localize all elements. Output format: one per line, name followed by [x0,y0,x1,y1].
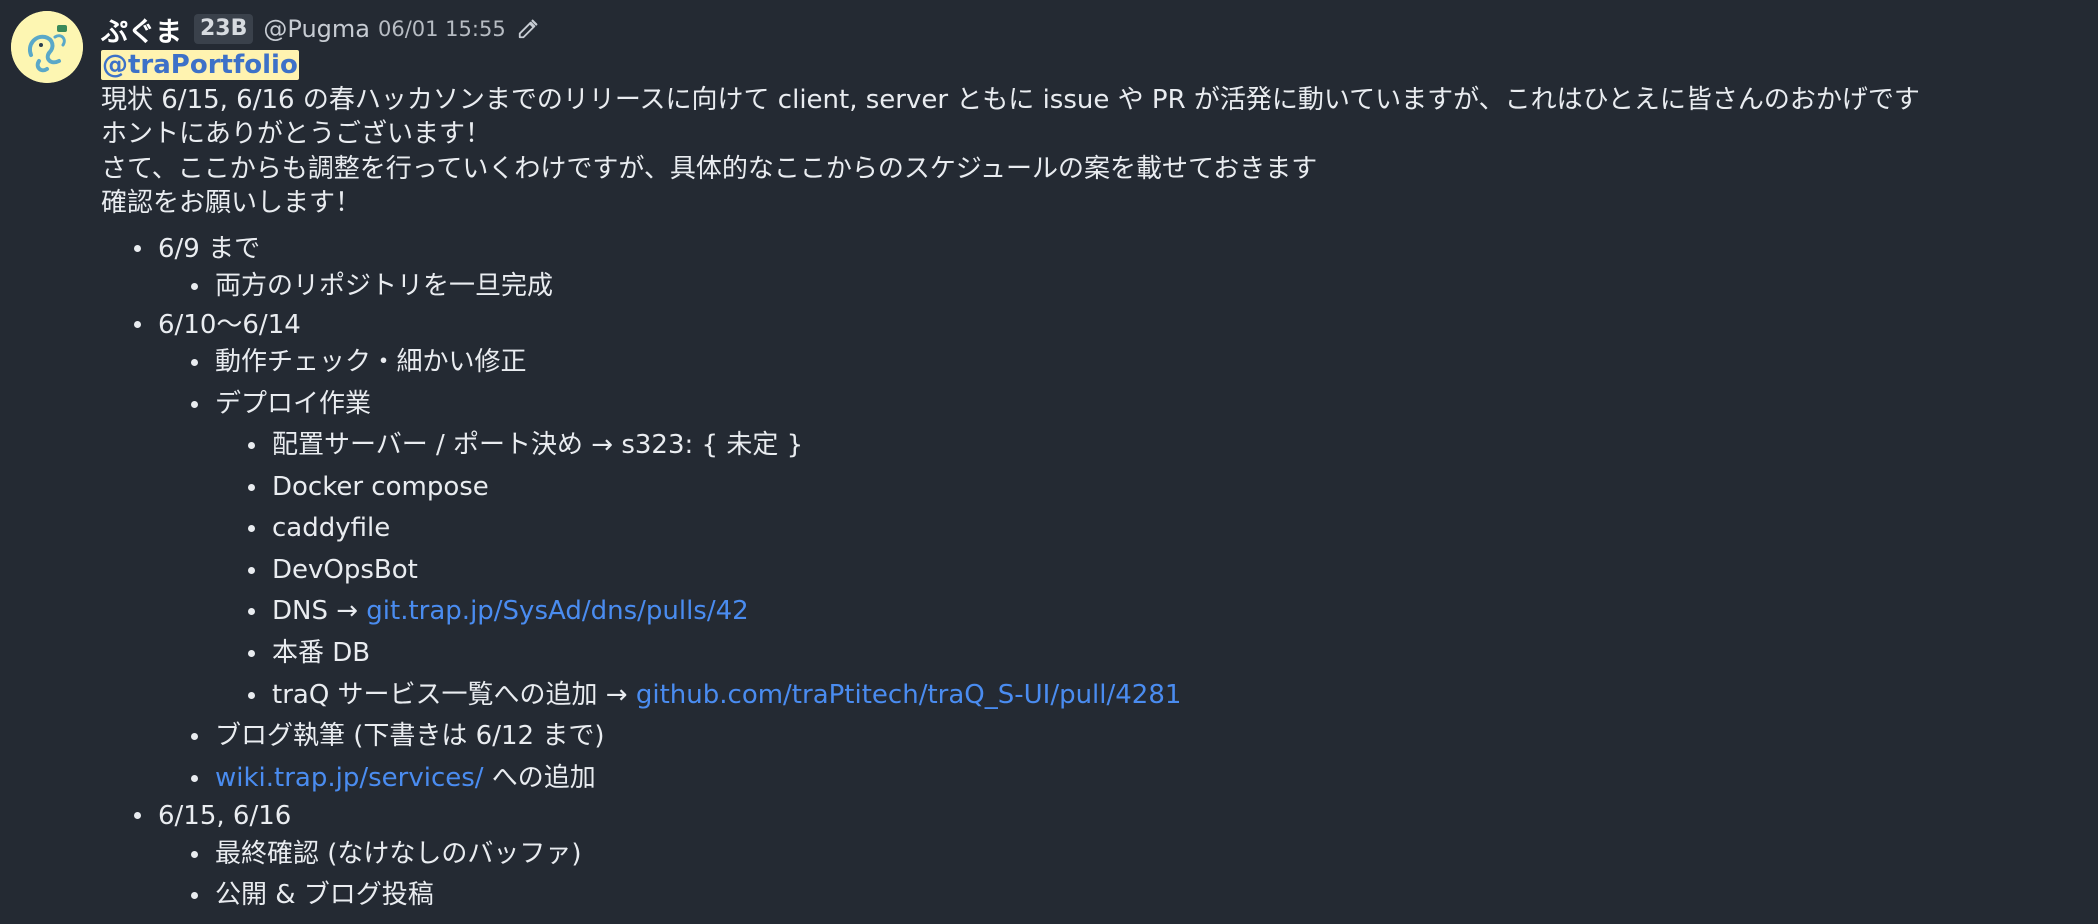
message-content: ぷぐま 23B @Pugma 06/01 15:55 @traPortfolio… [101,10,2098,917]
schedule-item-phase2: 6/10〜6/14 動作チェック・細かい修正 デプロイ作業 配置サーバー / ポ… [101,308,2098,800]
list-item-text: 配置サーバー / ポート決め → s323: { 未定 } [272,430,804,460]
list-item: 最終確認 (なけなしのバッファ) [158,834,2098,876]
list-item: ブログ執筆 (下書きは 6/12 まで) [158,716,2098,758]
list-item-text: DNS → git.trap.jp/SysAd/dns/pulls/42 [272,591,2098,633]
phase-label: 6/10〜6/14 [158,309,301,340]
author-user-id[interactable]: @Pugma [263,15,370,43]
body-line: 現状 6/15, 6/16 の春ハッカソンまでのリリースに向けて client,… [101,84,1920,115]
list-item-text: Docker compose [272,471,489,502]
schedule-item-phase1: 6/9 まで 両方のリポジトリを一旦完成 [101,232,2098,308]
list-item: 動作チェック・細かい修正 [158,342,2098,384]
list-item: Docker compose [215,467,2098,509]
schedule-list: 6/9 まで 両方のリポジトリを一旦完成 6/10〜6/14 動作チェック・細か… [101,232,2098,917]
list-item-text: 動作チェック・細かい修正 [215,347,527,377]
list-item-text: 公開 & ブログ投稿 [215,880,434,911]
list-item-text: 両方のリポジトリを一旦完成 [215,271,554,301]
list-item-deploy: デプロイ作業 配置サーバー / ポート決め → s323: { 未定 } Doc… [158,384,2098,717]
author-grade-badge: 23B [194,14,254,44]
list-item-text: caddyfile [272,513,391,544]
phase-label: 6/15, 6/16 [158,801,292,832]
body-line: 確認をお願いします！ [101,188,362,218]
list-item: DNS → git.trap.jp/SysAd/dns/pulls/42 [215,591,2098,633]
bullet-icon [191,774,198,782]
bullet-icon [191,850,198,858]
body-line: さて、ここからも調整を行っていくわけですが、具体的なここからのスケジュールの案を… [101,153,1318,184]
list-item-text: デプロイ作業 [215,388,372,419]
bullet-icon [248,525,255,533]
list-item: caddyfile [215,508,2098,550]
bullet-icon [191,733,198,741]
bullet-icon [191,359,198,366]
dns-pull-request-link[interactable]: git.trap.jp/SysAd/dns/pulls/42 [366,596,748,626]
bullet-icon [134,244,141,252]
bullet-icon [248,608,255,616]
traq-prefix: traQ サービス一覧への追加 → [272,679,636,710]
list-item: 本番 DB [215,633,2098,675]
bullet-icon [191,283,198,290]
dns-prefix: DNS → [272,596,367,627]
list-item: traQ サービス一覧への追加 → github.com/traPtitech/… [215,675,2098,717]
body-line: ホントにありがとうございます！ [101,119,492,149]
schedule-item-phase3: 6/15, 6/16 最終確認 (なけなしのバッファ) 公開 & ブログ投稿 [101,799,2098,917]
bullet-icon [248,691,255,699]
list-item-text: ブログ執筆 (下書きは 6/12 まで) [215,721,605,752]
list-item-text: traQ サービス一覧への追加 → github.com/traPtitech/… [272,675,2098,717]
user-avatar[interactable] [11,11,83,83]
bullet-icon [191,400,198,408]
list-item: 両方のリポジトリを一旦完成 [158,266,2098,308]
bullet-icon [248,649,255,657]
list-item: 公開 & ブログ投稿 [158,875,2098,917]
bullet-icon [248,566,255,574]
phase-label: 6/9 まで [158,233,261,264]
list-item: DevOpsBot [215,550,2098,592]
bullet-icon [191,892,198,900]
message-timestamp: 06/01 15:55 [377,17,506,41]
list-item-text: DevOpsBot [272,554,418,585]
wiki-suffix: への追加 [483,762,596,793]
traq-pull-request-link[interactable]: github.com/traPtitech/traQ_S-UI/pull/428… [636,680,1182,710]
bullet-icon [248,483,255,491]
mention-line: @traPortfolio [101,48,2098,83]
list-item-text: 本番 DB [272,637,371,668]
bullet-icon [134,812,141,820]
message-header: ぷぐま 23B @Pugma 06/01 15:55 [101,10,2098,48]
message: ぷぐま 23B @Pugma 06/01 15:55 @traPortfolio… [0,0,2098,924]
list-item-text: wiki.trap.jp/services/ への追加 [215,758,2098,800]
bullet-icon [134,320,141,328]
list-item-text: 最終確認 (なけなしのバッファ) [215,838,582,869]
pencil-icon [516,17,540,41]
group-mention[interactable]: @traPortfolio [101,50,299,80]
list-item: 配置サーバー / ポート決め → s323: { 未定 } [215,425,2098,467]
author-display-name[interactable]: ぷぐま [101,10,182,49]
bullet-icon [248,442,255,449]
wiki-services-link[interactable]: wiki.trap.jp/services/ [215,763,484,793]
list-item: wiki.trap.jp/services/ への追加 [158,758,2098,800]
pug-avatar-icon [11,11,83,83]
message-body: @traPortfolio 現状 6/15, 6/16 の春ハッカソンまでのリリ… [101,48,2098,917]
